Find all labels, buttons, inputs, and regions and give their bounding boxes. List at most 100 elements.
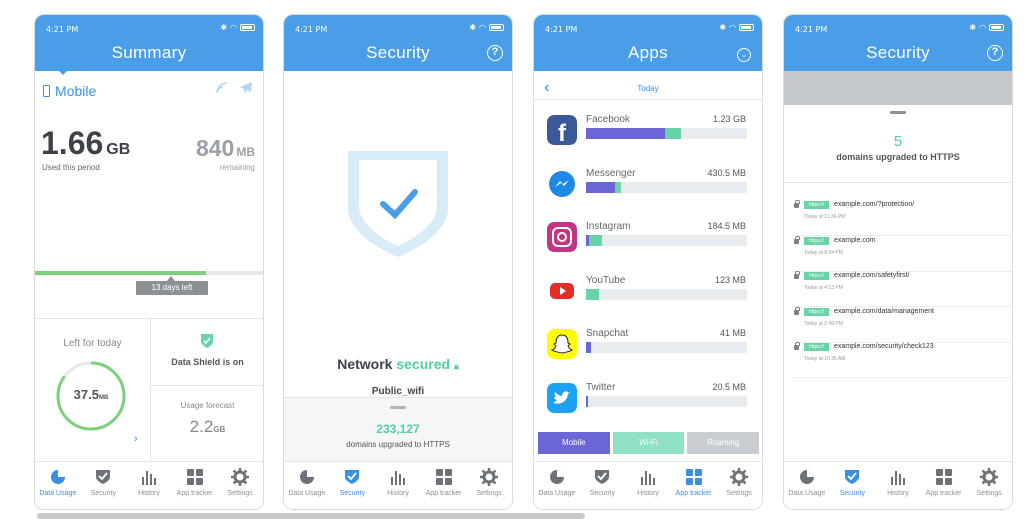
tab-label: Data Usage [788,490,826,497]
app-usage-wifi [589,235,603,246]
lock-icon [794,342,800,350]
shield-icon [830,468,876,486]
tab-app-tracker[interactable]: App tracker [671,462,717,509]
tab-security[interactable]: Security [330,462,376,509]
remaining-value: 840 MB [195,135,255,161]
https-badge: https:// [804,236,829,245]
domain-time: Today at 2:49 PM [804,320,843,327]
https-summary-drawer[interactable]: 233,127 domains upgraded to HTTPS [284,397,512,463]
security-body: Network secured 🔒︎ Public_wifi [284,71,512,397]
header: 4:21 PM ✱ ◠ Apps ⌄ [534,15,762,71]
tab-app-tracker[interactable]: App tracker [421,462,467,509]
domain-url: example.com/security/check123 [834,343,934,350]
domain-row[interactable]: https:// example.com/safetyfirst/Today at… [792,271,1012,307]
grid-icon [172,468,218,486]
tab-security[interactable]: Security [830,462,876,509]
divider [150,318,151,463]
tab-history[interactable]: History [875,462,921,509]
tab-bar: Data Usage Security History App tracker Sett… [35,461,263,509]
domain-row[interactable]: https:// example.com Today at 8:54 PM [792,235,1012,272]
bar-chart-icon [875,468,921,486]
app-row[interactable]: Snapchat 41 MB [534,325,762,375]
app-usage-bar [586,181,747,193]
app-row[interactable]: Messenger 430.5 MB [534,165,762,215]
app-usage-bar [586,342,747,353]
app-row[interactable]: f Facebook 1.23 GB [534,111,762,161]
tab-data-usage[interactable]: Data Usage [35,462,81,509]
messenger-icon [549,170,575,197]
battery-icon [240,24,255,31]
signal-icon[interactable] [215,81,229,95]
drawer-handle[interactable] [390,406,406,409]
app-usage-mobile [586,342,591,353]
page-title: Summary [111,43,187,62]
tab-app-tracker[interactable]: App tracker [921,462,967,509]
help-icon[interactable]: ? [987,45,1003,61]
tab-history[interactable]: History [126,462,172,509]
chevron-right-icon[interactable]: › [134,433,138,445]
tab-history[interactable]: History [375,462,421,509]
drawer-handle[interactable] [890,111,906,114]
tab-app-tracker[interactable]: App tracker [172,462,218,509]
help-icon[interactable]: ? [487,45,503,61]
app-name: Instagram [586,221,631,232]
status-icons: ✱ ◠ [469,23,504,32]
domain-row[interactable]: https:// example.com/data/management Today… [792,306,1012,343]
tab-security[interactable]: Security [580,462,626,509]
app-row[interactable]: Twitter 20.5 MB [534,379,762,429]
app-row[interactable]: YouTube 123 MB [534,272,762,322]
tab-settings[interactable]: Settings [716,462,762,509]
app-name: YouTube [586,274,626,286]
tab-settings[interactable]: Settings [217,462,263,509]
status-icons: ✱ ◠ [220,23,255,32]
domain-row[interactable]: https:// example.com/security/check123 Tod… [792,342,1012,378]
tab-security[interactable]: Security [81,462,127,509]
instagram-icon [547,222,577,252]
app-usage-bar [586,128,747,139]
horizontal-scrollbar[interactable] [37,513,585,519]
snapchat-icon [547,329,577,359]
wifi-icon: ◠ [979,23,986,32]
facebook-icon: f [547,115,577,145]
app-usage-wifi [586,288,599,300]
segment-roaming[interactable]: Roaming [687,432,760,454]
gear-icon [466,468,512,486]
period-progress-fill [35,271,206,275]
bar-chart-icon [625,468,671,486]
summary-screen: 4:21 PM ✱ ◠ Summary Mobile 1.66 GB Used t… [34,14,264,510]
period-label[interactable]: Today [534,84,762,93]
network-selector[interactable]: Mobile [43,83,96,99]
segment-wifi[interactable]: Wi-Fi [612,432,685,454]
bar-chart-icon [126,468,172,486]
domain-time: Today at 4:13 PM [804,285,843,291]
chevron-down-icon[interactable]: ⌄ [737,48,751,62]
battery-icon [739,24,754,31]
status-time: 4:21 PM [295,25,328,34]
segment-mobile[interactable]: Mobile [538,432,610,454]
wifi-icon: ◠ [230,23,237,32]
pie-chart-icon [784,468,830,486]
tab-settings[interactable]: Settings [966,462,1012,509]
tab-data-usage[interactable]: Data Usage [534,462,580,509]
lock-icon: 🔒︎ [453,361,459,371]
app-size: 123 MB [714,274,746,285]
tab-label: Settings [726,490,752,497]
app-usage-mobile [586,128,665,139]
app-row[interactable]: Instagram 184.5 MB [534,218,762,268]
header: 4:21 PM ✱ ◠ Summary [35,15,263,71]
tab-history[interactable]: History [625,462,671,509]
app-usage-bar [586,235,747,246]
domain-row[interactable]: https:// example.com/?protection/Today at… [792,200,1012,236]
tab-bar: Data Usage Security History App tracker Sett… [784,461,1012,509]
tab-settings[interactable]: Settings [466,462,512,509]
tab-label: App tracker [675,490,712,497]
bluetooth-icon: ✱ [719,23,727,32]
tab-data-usage[interactable]: Data Usage [284,462,330,509]
status-icons: ✱ ◠ [969,23,1004,32]
tab-data-usage[interactable]: Data Usage [784,462,830,509]
domain-url: example.com [834,236,876,244]
airplane-icon[interactable] [239,81,253,95]
bluetooth-icon: ✱ [969,23,977,32]
tab-bar: Data Usage Security History App tracker Sett… [534,461,762,509]
app-size: 41 MB [719,328,746,338]
